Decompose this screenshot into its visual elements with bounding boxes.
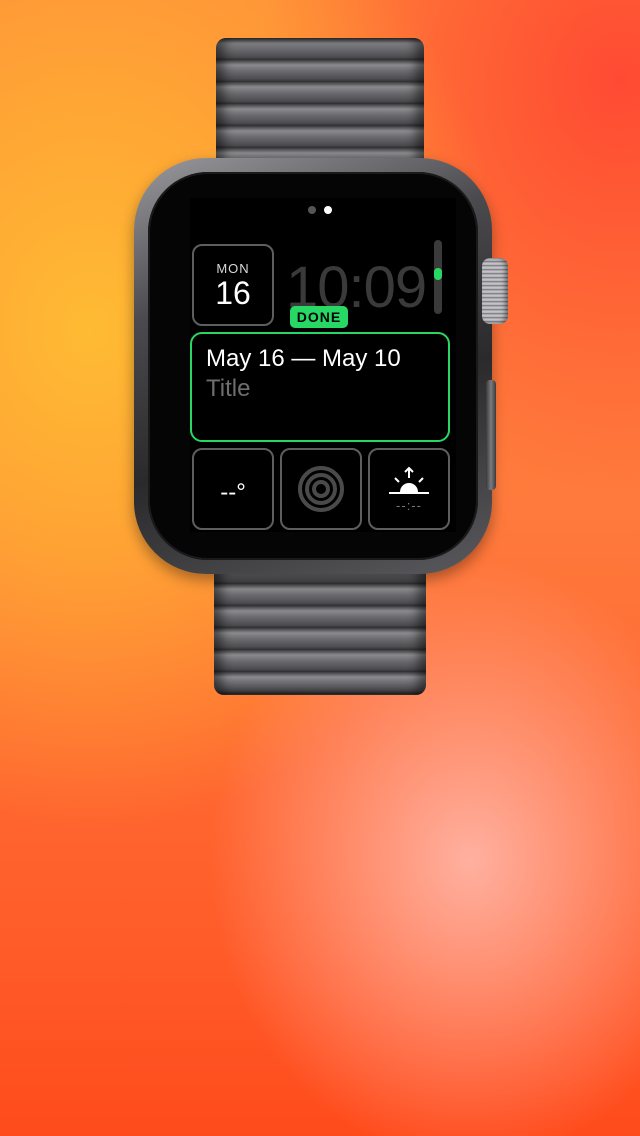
- scroll-indicator-thumb: [434, 268, 442, 280]
- sunrise-complication[interactable]: --:--: [368, 448, 450, 530]
- weather-value: --°: [220, 479, 246, 506]
- weather-complication[interactable]: --°: [192, 448, 274, 530]
- complication-subtitle: Title: [206, 375, 251, 402]
- activity-complication[interactable]: [280, 448, 362, 530]
- page-dot: [308, 206, 316, 214]
- complication-title: May 16 — May 10: [206, 345, 401, 372]
- sunrise-icon: [389, 466, 429, 494]
- watch-screen: MON 16 10:09 DONE May 16 — May 10 Title …: [190, 198, 456, 532]
- date-complication[interactable]: MON 16: [192, 244, 274, 326]
- scroll-indicator: [434, 240, 442, 314]
- page-dot-active: [324, 206, 332, 214]
- date-day: 16: [215, 274, 251, 311]
- page-indicator: [308, 206, 332, 214]
- date-weekday: MON: [216, 260, 250, 276]
- large-complication[interactable]: May 16 — May 10 Title: [190, 332, 450, 442]
- activity-rings-icon: [298, 466, 344, 512]
- done-button[interactable]: DONE: [290, 306, 348, 328]
- digital-crown[interactable]: [482, 258, 508, 324]
- side-button[interactable]: [486, 380, 496, 490]
- sunrise-time: --:--: [396, 497, 422, 513]
